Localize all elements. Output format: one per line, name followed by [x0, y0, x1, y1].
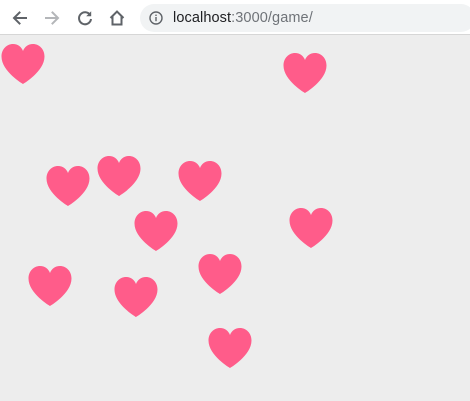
heart-shape — [46, 166, 90, 206]
heart-icon[interactable] — [207, 327, 253, 369]
heart-shape — [97, 156, 141, 196]
heart-shape — [114, 277, 158, 317]
heart-shape — [178, 161, 222, 201]
heart-shape — [28, 266, 72, 306]
heart-icon[interactable] — [0, 43, 46, 85]
url-host: localhost — [173, 10, 232, 26]
heart-shape — [289, 208, 333, 248]
heart-icon[interactable] — [282, 52, 328, 94]
heart-shape — [283, 53, 327, 93]
arrow-right-icon — [45, 11, 60, 25]
heart-icon[interactable] — [45, 165, 91, 207]
forward-button[interactable] — [39, 5, 65, 31]
home-button[interactable] — [104, 5, 130, 31]
heart-icon[interactable] — [27, 265, 73, 307]
reload-icon — [78, 11, 92, 26]
url-path: :3000/game/ — [231, 10, 313, 26]
heart-icon[interactable] — [177, 160, 223, 202]
browser-window: localhost:3000/game/ — [0, 0, 470, 401]
address-bar[interactable]: localhost:3000/game/ — [140, 4, 470, 32]
info-icon[interactable] — [149, 11, 163, 25]
back-button[interactable] — [7, 5, 33, 31]
heart-icon[interactable] — [113, 276, 159, 318]
arrow-left-icon — [12, 11, 27, 25]
url-text[interactable]: localhost:3000/game/ — [173, 10, 313, 26]
heart-shape — [134, 211, 178, 251]
heart-icon[interactable] — [133, 210, 179, 252]
heart-icon[interactable] — [197, 253, 243, 295]
heart-shape — [1, 44, 45, 84]
browser-toolbar: localhost:3000/game/ — [0, 0, 470, 35]
home-icon — [109, 10, 125, 26]
game-canvas[interactable] — [0, 35, 470, 401]
heart-icon[interactable] — [96, 155, 142, 197]
reload-button[interactable] — [72, 5, 98, 31]
heart-icon[interactable] — [288, 207, 334, 249]
heart-shape — [198, 254, 242, 294]
heart-shape — [208, 328, 252, 368]
